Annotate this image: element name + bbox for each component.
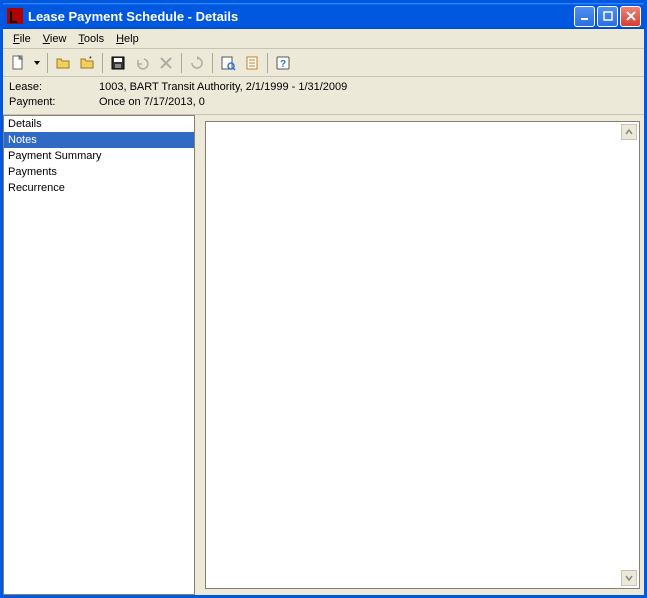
info-panel: Lease: 1003, BART Transit Authority, 2/1… [3, 77, 644, 115]
new-dropdown-button[interactable] [31, 52, 43, 74]
minimize-button[interactable] [574, 6, 595, 27]
editor-frame [199, 115, 644, 595]
svg-text:?: ? [280, 59, 286, 70]
sidebar: Details Notes Payment Summary Payments R… [3, 115, 195, 595]
close-icon [625, 10, 637, 22]
undo-icon [134, 55, 150, 71]
content-area [199, 115, 644, 595]
chevron-down-icon [625, 574, 633, 582]
dropdown-icon [33, 59, 41, 67]
open-recent-icon: * [79, 55, 95, 71]
svg-text:*: * [89, 56, 92, 63]
payment-value: Once on 7/17/2013, 0 [99, 95, 205, 110]
sidebar-item-recurrence[interactable]: Recurrence [4, 180, 194, 196]
sidebar-item-payments[interactable]: Payments [4, 164, 194, 180]
payment-row: Payment: Once on 7/17/2013, 0 [9, 95, 638, 110]
save-icon [110, 55, 126, 71]
app-window: Lease Payment Schedule - Details File Vi… [0, 0, 647, 598]
document-button[interactable] [241, 52, 263, 74]
menu-help[interactable]: Help [110, 31, 145, 47]
titlebar[interactable]: Lease Payment Schedule - Details [3, 3, 644, 29]
scroll-down-button[interactable] [621, 570, 637, 586]
maximize-button[interactable] [597, 6, 618, 27]
toolbar: * ? [3, 49, 644, 77]
workarea: Details Notes Payment Summary Payments R… [3, 115, 644, 595]
menu-view[interactable]: View [37, 31, 73, 47]
lease-row: Lease: 1003, BART Transit Authority, 2/1… [9, 80, 638, 95]
new-button[interactable] [7, 52, 29, 74]
sidebar-item-payment-summary[interactable]: Payment Summary [4, 148, 194, 164]
preview-icon [220, 55, 236, 71]
toolbar-separator [181, 53, 182, 73]
notes-editor[interactable] [205, 121, 640, 589]
document-icon [244, 55, 260, 71]
window-controls [574, 6, 641, 27]
payment-label: Payment: [9, 95, 99, 110]
menu-tools[interactable]: Tools [72, 31, 110, 47]
scroll-up-button[interactable] [621, 124, 637, 140]
undo-button[interactable] [131, 52, 153, 74]
delete-icon [158, 55, 174, 71]
chevron-up-icon [625, 128, 633, 136]
window-title: Lease Payment Schedule - Details [28, 9, 574, 24]
refresh-icon [189, 55, 205, 71]
close-button[interactable] [620, 6, 641, 27]
save-button[interactable] [107, 52, 129, 74]
help-icon: ? [275, 55, 291, 71]
toolbar-separator [47, 53, 48, 73]
open-folder-icon [55, 55, 71, 71]
lease-value: 1003, BART Transit Authority, 2/1/1999 -… [99, 80, 347, 95]
delete-button[interactable] [155, 52, 177, 74]
open-recent-button[interactable]: * [76, 52, 98, 74]
menubar: File View Tools Help [3, 29, 644, 49]
new-document-icon [10, 55, 26, 71]
lease-label: Lease: [9, 80, 99, 95]
refresh-button[interactable] [186, 52, 208, 74]
maximize-icon [602, 10, 614, 22]
toolbar-separator [212, 53, 213, 73]
toolbar-separator [267, 53, 268, 73]
sidebar-item-details[interactable]: Details [4, 116, 194, 132]
minimize-icon [579, 10, 591, 22]
toolbar-separator [102, 53, 103, 73]
sidebar-item-notes[interactable]: Notes [4, 132, 194, 148]
preview-button[interactable] [217, 52, 239, 74]
open-button[interactable] [52, 52, 74, 74]
menu-file[interactable]: File [7, 31, 37, 47]
app-icon [7, 8, 23, 24]
help-button[interactable]: ? [272, 52, 294, 74]
